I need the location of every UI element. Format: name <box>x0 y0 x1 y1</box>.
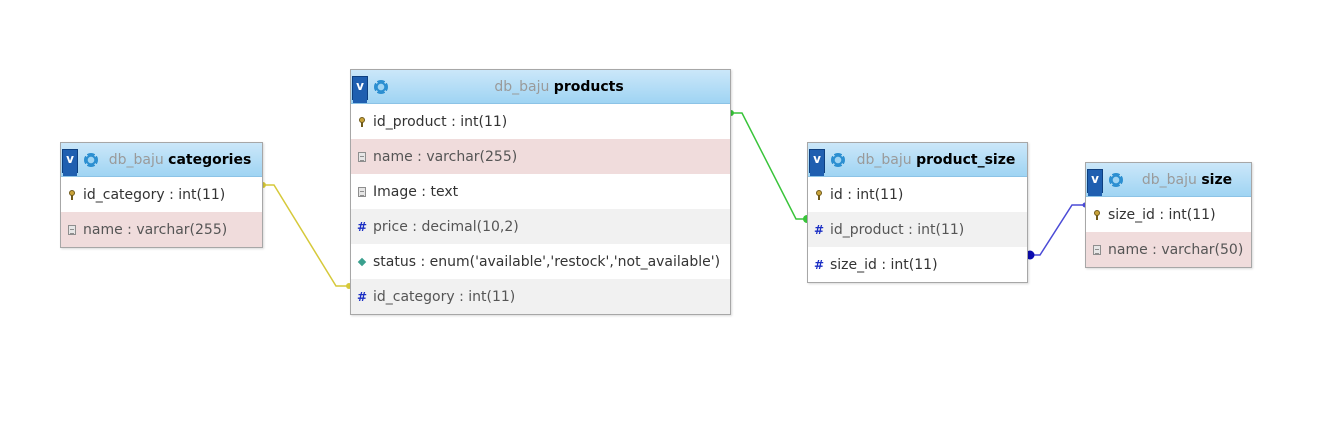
column-label: id_category : int(11) <box>373 288 516 305</box>
gear-icon[interactable] <box>84 152 98 167</box>
table-title: db_baju product_size <box>845 152 1027 168</box>
column-row[interactable]: # id_product : int(11) <box>808 212 1027 247</box>
gear-icon[interactable] <box>831 152 845 167</box>
column-row[interactable]: status : enum('available','restock','not… <box>351 244 730 279</box>
key-icon <box>1092 209 1102 220</box>
table-header[interactable]: v db_baju products <box>351 70 730 104</box>
column-row[interactable]: name : varchar(50) <box>1086 232 1251 267</box>
column-label: id : int(11) <box>830 186 904 203</box>
table-header[interactable]: v db_baju categories <box>61 143 262 177</box>
table-title: db_baju categories <box>98 152 262 168</box>
number-icon: # <box>356 289 368 304</box>
column-row[interactable]: name : varchar(255) <box>61 212 262 247</box>
column-label: id_product : int(11) <box>373 113 508 130</box>
database-name: db_baju <box>494 78 550 95</box>
text-icon <box>357 186 367 197</box>
table-categories[interactable]: v db_baju categories id_category : int(1… <box>60 142 263 248</box>
table-title: db_baju size <box>1123 172 1251 188</box>
key-icon <box>814 189 824 200</box>
table-header[interactable]: v db_baju product_size <box>808 143 1027 177</box>
column-row[interactable]: size_id : int(11) <box>1086 197 1251 232</box>
relation-products-product-size <box>728 110 811 223</box>
column-row[interactable]: # size_id : int(11) <box>808 247 1027 282</box>
table-header[interactable]: v db_baju size <box>1086 163 1251 197</box>
column-row[interactable]: id_product : int(11) <box>351 104 730 139</box>
database-name: db_baju <box>1141 171 1197 188</box>
relation-categories-products <box>260 182 352 289</box>
table-name: product_size <box>916 151 1016 168</box>
text-icon <box>67 224 77 235</box>
relation-size-product-size <box>1025 202 1088 260</box>
number-icon: # <box>356 219 368 234</box>
column-label: Image : text <box>373 183 459 200</box>
column-label: price : decimal(10,2) <box>373 218 519 235</box>
collapse-toggle-button[interactable]: v <box>809 149 825 176</box>
text-icon <box>1092 244 1102 255</box>
gear-icon[interactable] <box>1109 172 1123 187</box>
column-label: status : enum('available','restock','not… <box>373 253 721 270</box>
column-row[interactable]: id : int(11) <box>808 177 1027 212</box>
collapse-toggle-button[interactable]: v <box>62 149 78 176</box>
database-name: db_baju <box>856 151 912 168</box>
column-row[interactable]: Image : text <box>351 174 730 209</box>
database-name: db_baju <box>108 151 164 168</box>
column-label: size_id : int(11) <box>830 256 938 273</box>
table-name: products <box>553 78 624 95</box>
column-row[interactable]: # price : decimal(10,2) <box>351 209 730 244</box>
column-label: name : varchar(255) <box>373 148 518 165</box>
collapse-toggle-button[interactable]: v <box>1087 169 1103 196</box>
column-label: id_category : int(11) <box>83 186 226 203</box>
column-label: size_id : int(11) <box>1108 206 1216 223</box>
key-icon <box>67 189 77 200</box>
table-title: db_baju products <box>388 79 730 95</box>
table-product-size[interactable]: v db_baju product_size id : int(11) # id… <box>807 142 1028 283</box>
column-label: name : varchar(255) <box>83 221 228 238</box>
collapse-toggle-button[interactable]: v <box>352 76 368 103</box>
enum-icon <box>357 257 367 266</box>
table-size[interactable]: v db_baju size size_id : int(11) name : … <box>1085 162 1252 268</box>
column-row[interactable]: # id_category : int(11) <box>351 279 730 314</box>
column-label: name : varchar(50) <box>1108 241 1244 258</box>
column-row[interactable]: id_category : int(11) <box>61 177 262 212</box>
column-label: id_product : int(11) <box>830 221 965 238</box>
number-icon: # <box>813 222 825 237</box>
table-products[interactable]: v db_baju products id_product : int(11) … <box>350 69 731 315</box>
column-row[interactable]: name : varchar(255) <box>351 139 730 174</box>
text-icon <box>357 151 367 162</box>
table-name: size <box>1201 171 1233 188</box>
key-icon <box>357 116 367 127</box>
table-name: categories <box>168 151 252 168</box>
gear-icon[interactable] <box>374 79 388 94</box>
number-icon: # <box>813 257 825 272</box>
